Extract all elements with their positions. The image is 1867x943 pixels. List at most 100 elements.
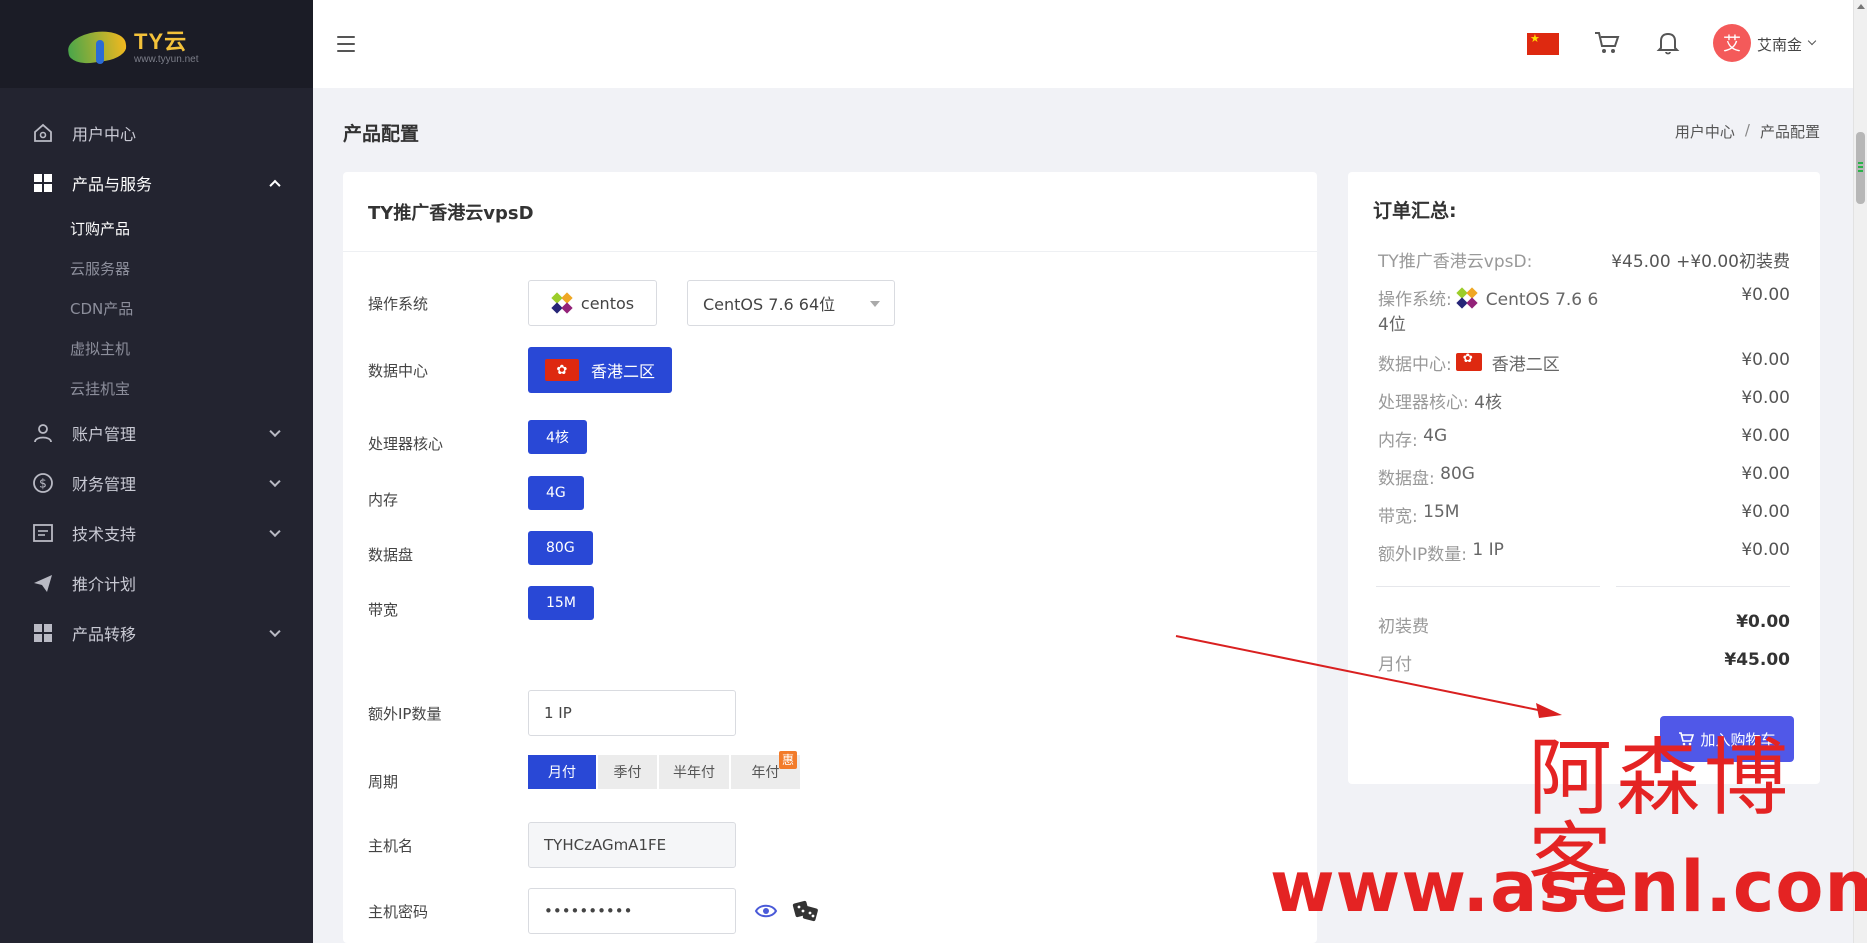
os-family-select[interactable]: centos [528,280,657,326]
summary-memory-label: 内存: [1378,431,1418,451]
summary-os-price: ¥0.00 [1741,285,1790,305]
datacenter-label: 数据中心 [368,361,429,380]
avatar[interactable]: 艾 [1713,24,1751,62]
summary-extra-ip-label: 额外IP数量: [1378,545,1467,565]
cpu-option[interactable]: 4核 [528,419,587,454]
sidebar-item-label: 推介计划 [72,575,137,594]
summary-disk-value: 80G [1440,464,1475,484]
summary-datacenter-price: ¥0.00 [1741,350,1790,370]
disk-option[interactable]: 80G [528,530,593,565]
sidebar-item-user-center[interactable]: 用户中心 [0,108,313,158]
summary-monthly-price: ¥45.00 [1724,650,1790,670]
password-input[interactable]: •••••••••• [528,888,736,934]
breadcrumb-link-user-center[interactable]: 用户中心 [1675,121,1735,142]
hostname-input[interactable]: TYHCzAGmA1FE [528,822,736,868]
menu-toggle-icon[interactable] [337,36,355,52]
logo[interactable]: TY云 www.tyyun.net [0,0,313,88]
summary-extra-ip-value: 1 IP [1472,540,1504,560]
password-row: 主机密码 •••••••••• [368,888,820,934]
sidebar-item-label: 财务管理 [72,475,137,494]
summary-datacenter-value: 香港二区 [1491,355,1560,375]
sidebar-item-account[interactable]: 账户管理 [0,408,313,458]
password-label: 主机密码 [368,902,429,921]
period-quarterly[interactable]: 季付 [598,754,657,789]
sidebar-subitem-order-products[interactable]: 订购产品 [0,208,313,248]
sidebar-item-referral[interactable]: 推介计划 [0,558,313,608]
memory-option[interactable]: 4G [528,475,584,510]
centos-icon [551,292,573,314]
paper-plane-icon [32,572,54,594]
centos-icon [1456,287,1478,309]
period-label: 周期 [368,773,399,791]
username[interactable]: 艾南金 [1757,34,1802,55]
chevron-down-icon[interactable] [1807,36,1817,46]
os-version-select[interactable]: CentOS 7.6 64位 [687,280,895,326]
summary-disk-price: ¥0.00 [1741,464,1790,484]
disk-label: 数据盘 [368,546,414,564]
summary-setup-fee: 初装费 ¥0.00 [1378,612,1790,637]
sidebar-item-support[interactable]: 技术支持 [0,508,313,558]
memory-row: 内存 4G [368,475,584,510]
os-version-value: CentOS 7.6 64位 [703,295,836,314]
memory-label: 内存 [368,491,399,509]
summary-extra-ip-price: ¥0.00 [1741,540,1790,560]
cpu-row: 处理器核心 4核 [368,419,587,454]
sidebar-item-label: 账户管理 [72,425,137,444]
hostname-label: 主机名 [368,836,414,855]
summary-monthly-label: 月付 [1378,655,1412,675]
watermark-url: www.asenl.com [1270,846,1867,928]
bell-icon[interactable] [1655,30,1681,56]
bandwidth-label: 带宽 [368,601,399,619]
period-monthly[interactable]: 月付 [528,754,596,789]
cart-icon[interactable] [1593,30,1621,56]
summary-setup-fee-price: ¥0.00 [1736,612,1790,632]
summary-datacenter-label: 数据中心: [1378,355,1452,375]
dice-icon[interactable] [792,898,820,924]
user-icon [32,422,54,444]
summary-os-label: 操作系统: [1378,290,1452,310]
sidebar-item-product-transfer[interactable]: 产品转移 [0,608,313,658]
caret-down-icon [870,301,880,307]
datacenter-value: 香港二区 [590,362,655,381]
sidebar-item-label: 产品转移 [72,625,137,644]
summary-bandwidth-price: ¥0.00 [1741,502,1790,522]
logo-mark-icon [66,22,140,66]
product-name: TY推广香港云vpsD [343,172,1317,252]
hostname-row: 主机名 TYHCzAGmA1FE [368,822,736,868]
extra-ip-input[interactable]: 1 IP [528,690,736,736]
summary-cpu-label: 处理器核心: [1378,393,1469,413]
eye-icon[interactable] [754,899,778,923]
sidebar-nav: 用户中心 产品与服务 订购产品 云服务器 CDN产品 虚拟主机 云挂机宝 账户管… [0,88,313,658]
period-yearly[interactable]: 年付 惠 [731,750,800,789]
hong-kong-flag-icon: ✿ [544,359,579,381]
sidebar-subitem-cloud-servers[interactable]: 云服务器 [0,248,313,288]
summary-title: 订单汇总: [1373,200,1457,222]
grid-icon [32,172,54,194]
breadcrumb-current: 产品配置 [1759,123,1820,141]
bandwidth-option[interactable]: 15M [528,585,594,620]
dollar-icon: $ [32,472,54,494]
summary-row-datacenter: 数据中心: 香港二区 ¥0.00 [1378,350,1790,375]
os-family-value: centos [580,293,635,313]
summary-memory-price: ¥0.00 [1741,426,1790,446]
grid-icon [32,622,54,644]
hong-kong-flag-icon [1455,351,1482,371]
sidebar-subitem-virtual-host[interactable]: 虚拟主机 [0,328,313,368]
summary-memory-value: 4G [1423,426,1448,446]
scroll-up-arrow-icon[interactable] [1857,4,1865,9]
sidebar-item-products-services[interactable]: 产品与服务 [0,158,313,208]
ticket-icon [32,522,54,544]
order-summary-card: 订单汇总: TY推广香港云vpsD: ¥45.00 +¥0.00初装费 操作系统… [1348,172,1820,784]
summary-setup-fee-label: 初装费 [1378,617,1429,637]
sidebar-subitem-cloud-hang[interactable]: 云挂机宝 [0,368,313,408]
datacenter-option-hk2[interactable]: ✿ 香港二区 [528,347,672,393]
period-half-year[interactable]: 半年付 [659,754,729,789]
disk-row: 数据盘 80G [368,530,593,565]
scroll-thumb[interactable] [1856,132,1865,204]
summary-row-disk: 数据盘: 80G ¥0.00 [1378,464,1790,489]
language-flag-icon[interactable] [1527,32,1559,55]
sidebar-subitem-cdn[interactable]: CDN产品 [0,288,313,328]
summary-os-value-wrap: 4位 [1378,315,1406,335]
sidebar-item-finance[interactable]: $ 财务管理 [0,458,313,508]
summary-row-os: 操作系统: CentOS 7.6 6 4位 ¥0.00 [1378,285,1790,335]
